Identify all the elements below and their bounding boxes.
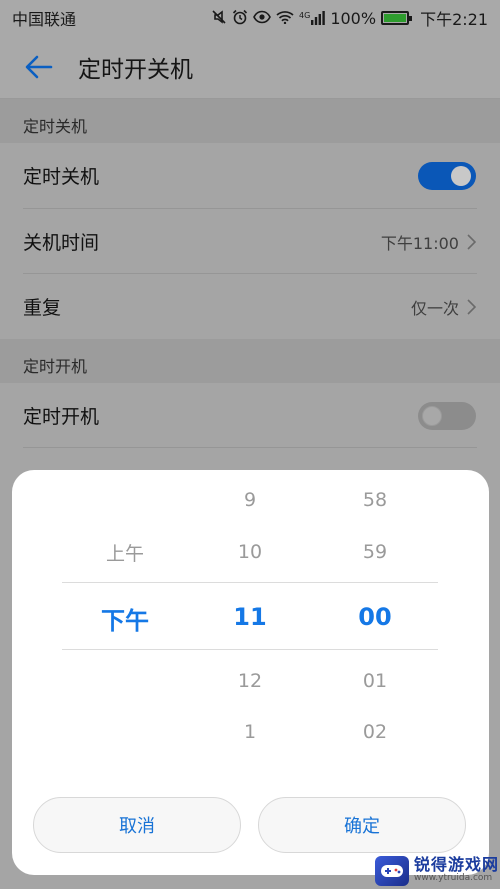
- shutdown-time-row[interactable]: 关机时间 下午11:00: [0, 209, 500, 274]
- minute-option[interactable]: 58: [312, 489, 438, 511]
- period-option-selected[interactable]: 下午: [62, 601, 188, 636]
- battery-icon: [381, 11, 413, 25]
- repeat-label: 重复: [23, 297, 62, 319]
- hour-option[interactable]: 12: [187, 670, 313, 692]
- hour-option-selected[interactable]: 11: [187, 603, 313, 631]
- eye-icon: [253, 10, 271, 27]
- hour-option[interactable]: 1: [187, 721, 313, 743]
- watermark: 锐得游戏网 www.ytruida.com: [375, 852, 500, 889]
- shutdown-toggle-row[interactable]: 定时关机: [0, 143, 500, 208]
- selection-line-top: [62, 582, 438, 583]
- startup-toggle-label: 定时开机: [23, 406, 100, 428]
- minute-option[interactable]: 02: [312, 721, 438, 743]
- chevron-right-icon: [467, 233, 476, 250]
- toggle-knob: [451, 165, 471, 186]
- shutdown-toggle-label: 定时关机: [23, 166, 100, 188]
- section-header-shutdown: 定时关机: [0, 99, 500, 143]
- signal-icon: 4G: [299, 11, 326, 25]
- status-bar: 中国联通 4G 100% 下午2:21: [0, 0, 500, 36]
- mute-icon: [211, 9, 227, 28]
- alarm-icon: [232, 9, 248, 28]
- wifi-icon: [276, 10, 294, 27]
- clock: 下午2:21: [420, 10, 488, 29]
- chevron-right-icon: [467, 298, 476, 315]
- time-picker-dialog: 上午 下午 9 10 11 12 1 58 59 00 01 02 取消 确定: [12, 470, 489, 875]
- toggle-knob: [422, 405, 442, 426]
- watermark-url: www.ytruida.com: [414, 873, 493, 884]
- confirm-button[interactable]: 确定: [258, 797, 466, 853]
- shutdown-time-label: 关机时间: [23, 232, 100, 254]
- network-type-label: 4G: [299, 11, 311, 20]
- divider: [23, 447, 477, 448]
- minute-option[interactable]: 01: [312, 670, 438, 692]
- repeat-row[interactable]: 重复 仅一次: [0, 274, 500, 339]
- hour-option[interactable]: 9: [187, 489, 313, 511]
- arrow-left-icon: [25, 55, 53, 79]
- shutdown-toggle[interactable]: [418, 161, 476, 190]
- repeat-value: 仅一次: [410, 298, 459, 318]
- startup-toggle[interactable]: [418, 401, 476, 430]
- hour-option[interactable]: 10: [187, 541, 313, 563]
- watermark-name: 锐得游戏网: [414, 855, 500, 875]
- status-icons: 4G 100% 下午2:21: [211, 6, 488, 30]
- gamepad-logo-icon: [375, 855, 409, 886]
- selection-line-bottom: [62, 649, 438, 650]
- battery-percent: 100%: [330, 8, 377, 28]
- section-header-startup: 定时开机: [0, 339, 500, 383]
- minute-option-selected[interactable]: 00: [312, 603, 438, 631]
- cancel-button[interactable]: 取消: [33, 797, 241, 853]
- page-title: 定时开关机: [78, 57, 193, 83]
- period-option[interactable]: 上午: [62, 539, 188, 566]
- shutdown-time-value: 下午11:00: [380, 233, 459, 253]
- app-bar: 定时开关机: [0, 36, 500, 99]
- startup-toggle-row[interactable]: 定时开机: [0, 383, 500, 448]
- back-button[interactable]: [0, 36, 78, 99]
- carrier-label: 中国联通: [12, 10, 77, 29]
- minute-option[interactable]: 59: [312, 541, 438, 563]
